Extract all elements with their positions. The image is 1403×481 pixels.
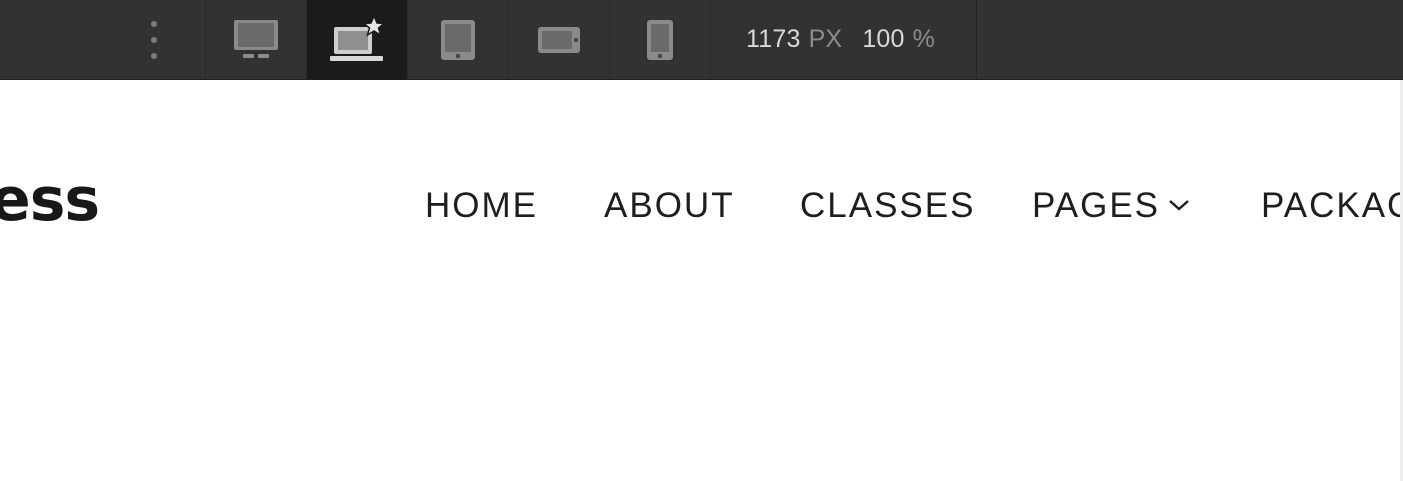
nav-item-pages[interactable]: PAGES — [1032, 186, 1190, 226]
width-value[interactable]: 1173 — [746, 25, 801, 54]
device-tablet-portrait-button[interactable] — [408, 0, 509, 79]
nav-item-packages[interactable]: PACKAG — [1261, 186, 1400, 226]
nav-item-home[interactable]: HOME — [425, 186, 538, 226]
device-tablet-landscape-button[interactable] — [509, 0, 610, 79]
width-unit: PX — [808, 25, 843, 53]
zoom-unit: % — [912, 25, 936, 53]
chevron-down-icon — [1169, 199, 1189, 211]
tablet-portrait-icon — [441, 19, 475, 60]
phone-icon — [647, 19, 673, 60]
site-nav: HOME ABOUT CLASSES PAGES PACKAG — [0, 186, 1400, 226]
device-laptop-button[interactable] — [307, 0, 408, 79]
laptop-star-icon — [330, 14, 386, 61]
toolbar-left-area — [0, 0, 206, 79]
nav-item-classes[interactable]: CLASSES — [800, 186, 975, 226]
responsive-toolbar: 1173 PX 100 % — [0, 0, 1403, 80]
drag-handle-icon[interactable] — [147, 21, 161, 59]
desktop-monitor-icon — [234, 19, 278, 58]
device-phone-button[interactable] — [610, 0, 711, 79]
tablet-landscape-icon — [538, 26, 580, 53]
nav-item-about[interactable]: ABOUT — [604, 186, 735, 226]
viewport-readout: 1173 PX 100 % — [712, 0, 977, 79]
zoom-value[interactable]: 100 — [862, 25, 904, 54]
nav-item-pages-label: PAGES — [1032, 186, 1161, 225]
device-desktop-button[interactable] — [206, 0, 307, 79]
